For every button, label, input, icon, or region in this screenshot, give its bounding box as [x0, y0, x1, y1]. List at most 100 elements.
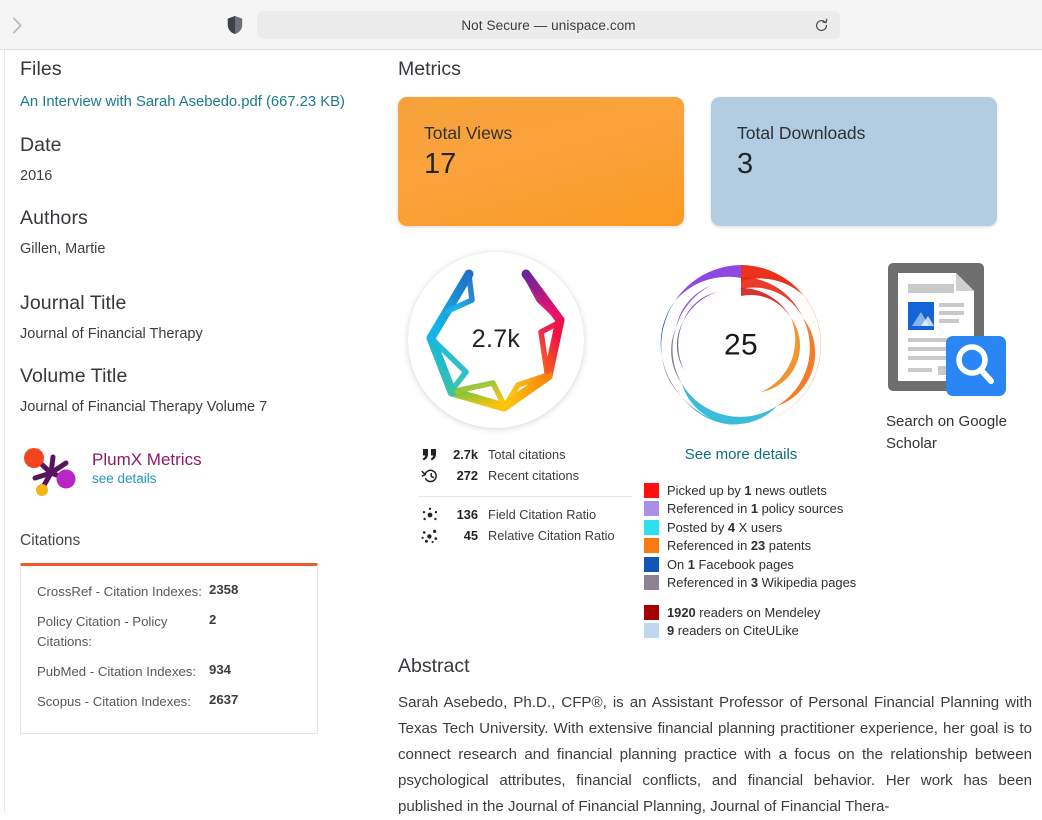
- recent-clock-icon: [418, 468, 442, 484]
- browser-chrome: Not Secure — unispace.com: [0, 0, 1042, 50]
- altmetric-legend: Picked up by 1 news outlets Referenced i…: [644, 481, 900, 640]
- citation-source-label: PubMed - Citation Indexes:: [37, 663, 197, 679]
- list-item: On 1 Facebook pages: [644, 555, 900, 574]
- metadata-sidebar: Files An Interview with Sarah Asebedo.pd…: [20, 50, 370, 734]
- date-heading: Date: [20, 134, 62, 156]
- legend-label: Picked up by 1 news outlets: [667, 482, 827, 498]
- legend-swatch: [644, 623, 659, 639]
- metric-cards-row: Total Views 17 Total Downloads 3: [398, 97, 1042, 226]
- list-item: Posted by 4 X users: [644, 518, 900, 537]
- citation-count: 2: [209, 612, 217, 628]
- dimensions-stat-value: 272: [456, 468, 478, 483]
- list-item: Referenced in 1 policy sources: [644, 500, 900, 519]
- dimensions-stat-label: Recent citations: [488, 468, 580, 483]
- total-downloads-label: Total Downloads: [737, 123, 866, 143]
- address-bar[interactable]: Not Secure — unispace.com: [257, 11, 840, 39]
- altmetric-badge[interactable]: 25 See more details Picked up by 1 news …: [640, 252, 900, 640]
- abstract-text: Sarah Asebedo, Ph.D., CFP®, is an Assist…: [398, 694, 1032, 815]
- file-download-link[interactable]: An Interview with Sarah Asebedo.pdf (667…: [20, 92, 360, 113]
- relative-citation-ratio-icon: [418, 528, 442, 544]
- citation-count: 934: [209, 661, 232, 677]
- legend-swatch: [644, 519, 659, 535]
- dimensions-citation-count: 2.7k: [471, 324, 521, 353]
- google-scholar-label: Search on Google Scholar: [886, 413, 1007, 452]
- metrics-main-column: Metrics Total Views 17 Total Downloads 3: [398, 50, 1042, 652]
- volume-title-value: Journal of Financial Therapy Volume 7: [20, 398, 268, 415]
- citations-heading: Citations: [20, 532, 81, 550]
- shield-privacy-icon[interactable]: [226, 15, 244, 35]
- total-downloads-value: 3: [737, 148, 754, 180]
- legend-swatch: [644, 575, 659, 591]
- dimensions-stat-label: Field Citation Ratio: [488, 507, 597, 522]
- dimensions-stat-row: 272 Recent citations: [418, 466, 654, 485]
- plumx-see-details-link[interactable]: see details: [92, 471, 202, 486]
- dimensions-stat-label: Relative Citation Ratio: [488, 528, 615, 543]
- dimensions-stat-row: 45 Relative Citation Ratio: [418, 526, 654, 545]
- dimensions-stat-value: 136: [456, 507, 478, 522]
- citation-count: 2358: [209, 582, 239, 598]
- legend-swatch: [644, 501, 659, 517]
- citation-source-label: Scopus - Citation Indexes:: [37, 693, 191, 709]
- abstract-heading: Abstract: [398, 655, 470, 677]
- plumx-metrics-block[interactable]: PlumX Metrics see details: [20, 447, 370, 504]
- legend-spacer: [644, 592, 900, 603]
- volume-title-heading: Volume Title: [20, 364, 128, 387]
- total-downloads-card: Total Downloads 3: [711, 97, 997, 226]
- legend-swatch: [644, 604, 659, 620]
- left-edge-rule: [4, 50, 5, 813]
- plumx-title: PlumX Metrics: [92, 450, 202, 470]
- dimensions-stat-row: 136 Field Citation Ratio: [418, 505, 654, 524]
- chevron-right-icon[interactable]: [4, 12, 30, 38]
- abstract-section: Abstract Sarah Asebedo, Ph.D., CFP®, is …: [398, 655, 1038, 820]
- list-item: 9 readers on CiteULike: [644, 622, 900, 641]
- legend-swatch: [644, 538, 659, 554]
- table-row: PubMed - Citation Indexes: 934: [37, 662, 301, 681]
- date-value: 2016: [20, 168, 53, 184]
- altmetric-donut-icon[interactable]: 25: [648, 252, 834, 438]
- dimensions-stat-value: 45: [463, 528, 478, 543]
- table-row: Policy Citation - Policy Citations: 2: [37, 612, 301, 650]
- legend-label: Referenced in 1 policy sources: [667, 501, 844, 517]
- citation-count: 2637: [209, 691, 239, 707]
- legend-label: 1920 readers on Mendeley: [667, 604, 821, 620]
- altmetric-score-hole: 25: [694, 298, 788, 392]
- google-scholar-link[interactable]: Search on Google Scholar: [886, 260, 1042, 455]
- quote-icon: [418, 448, 442, 462]
- citation-source-label: CrossRef - Citation Indexes:: [37, 584, 202, 600]
- total-views-card: Total Views 17: [398, 97, 684, 226]
- citation-source-label: Policy Citation - Policy Citations:: [37, 614, 168, 649]
- legend-swatch: [644, 482, 659, 498]
- table-row: Scopus - Citation Indexes: 2637: [37, 692, 301, 711]
- legend-label: Referenced in 3 Wikipedia pages: [667, 575, 857, 591]
- dimensions-stats: 2.7k Total citations 272 Recent citation…: [418, 442, 654, 550]
- dimensions-stat-label: Total citations: [488, 447, 566, 462]
- files-heading: Files: [20, 58, 62, 80]
- metrics-heading: Metrics: [398, 58, 461, 80]
- legend-label: Referenced in 23 patents: [667, 538, 812, 554]
- authors-heading: Authors: [20, 206, 88, 229]
- altmetric-score: 25: [724, 328, 758, 361]
- list-item: Picked up by 1 news outlets: [644, 481, 900, 500]
- legend-swatch: [644, 556, 659, 572]
- journal-title-heading: Journal Title: [20, 292, 127, 315]
- citations-table: CrossRef - Citation Indexes: 2358 Policy…: [20, 563, 318, 734]
- table-row: CrossRef - Citation Indexes: 2358: [37, 582, 301, 601]
- dimensions-stat-value: 2.7k: [453, 447, 478, 462]
- legend-label: On 1 Facebook pages: [667, 556, 794, 572]
- total-views-label: Total Views: [424, 123, 513, 143]
- google-scholar-document-search-icon: [886, 263, 1008, 410]
- dimensions-stat-row: 2.7k Total citations: [418, 445, 654, 464]
- field-citation-ratio-icon: [418, 507, 442, 523]
- authors-value: Gillen, Martie: [20, 240, 106, 257]
- list-item: Referenced in 3 Wikipedia pages: [644, 574, 900, 593]
- plumx-logo-icon: [20, 447, 82, 504]
- list-item: 1920 readers on Mendeley: [644, 603, 900, 622]
- list-item: Referenced in 23 patents: [644, 537, 900, 556]
- journal-title-value: Journal of Financial Therapy: [20, 326, 203, 343]
- dimensions-hexagon-icon[interactable]: 2.7k: [408, 252, 584, 428]
- divider: [418, 496, 632, 497]
- reload-icon[interactable]: [812, 16, 830, 34]
- total-views-value: 17: [424, 148, 457, 180]
- altmetric-see-more-link[interactable]: See more details: [648, 446, 834, 463]
- dimensions-badge[interactable]: 2.7k 2.7k Total citations 272 Recent cit…: [404, 252, 654, 550]
